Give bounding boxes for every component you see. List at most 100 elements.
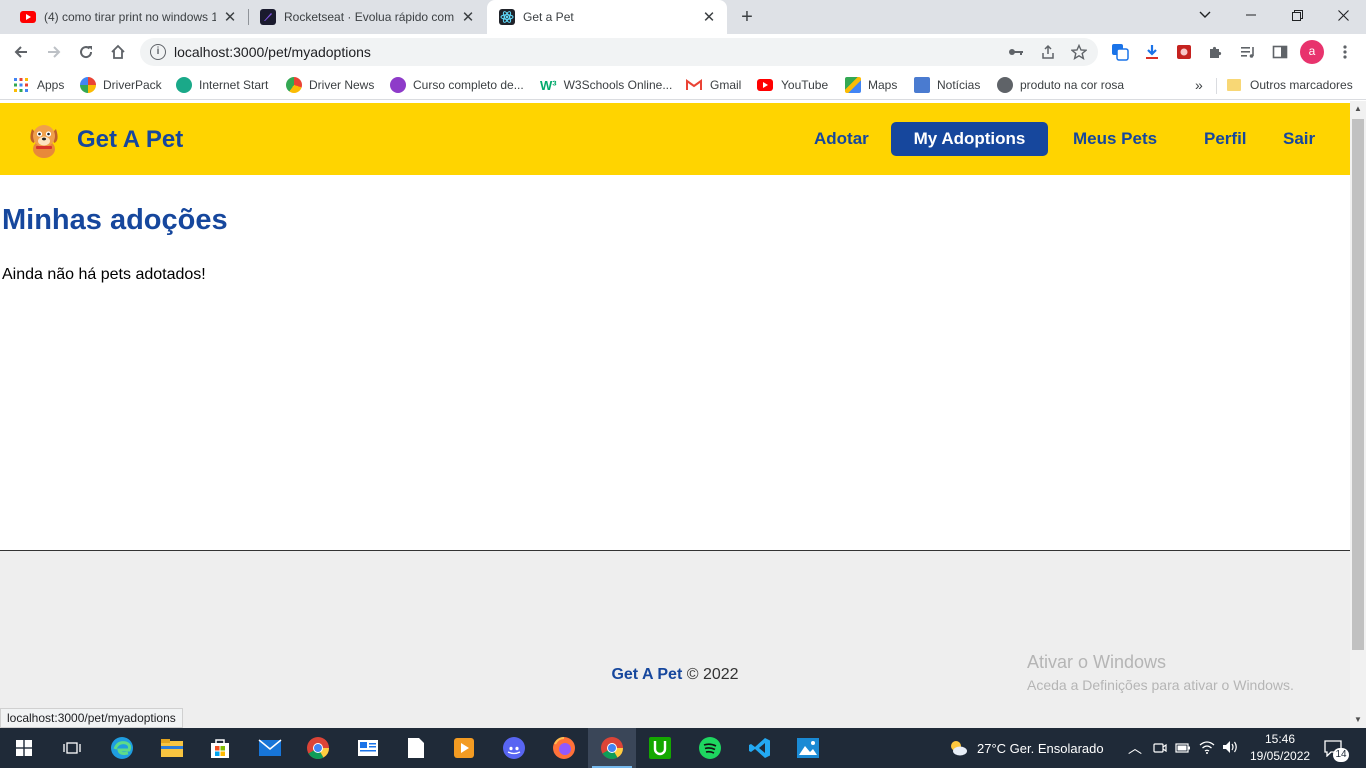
nav-link-adotar[interactable]: Adotar bbox=[814, 129, 869, 149]
globe-icon bbox=[997, 77, 1013, 93]
clock-time[interactable]: 15:46 bbox=[1265, 732, 1295, 746]
close-icon[interactable]: ✕ bbox=[701, 9, 717, 26]
extensions-puzzle-icon[interactable] bbox=[1204, 40, 1228, 64]
tray-expand-chevron-icon[interactable]: ︿ bbox=[1128, 738, 1142, 758]
windows-start-icon[interactable] bbox=[0, 728, 48, 768]
bookmark-produto[interactable]: produto na cor rosa bbox=[997, 75, 1124, 95]
more-bookmarks-chevron-icon[interactable]: » bbox=[1195, 75, 1203, 95]
tab-get-a-pet[interactable]: Get a Pet ✕ bbox=[487, 0, 727, 34]
bookmark-maps[interactable]: Maps bbox=[845, 75, 897, 95]
bookmarks-divider bbox=[1216, 78, 1217, 94]
footer-copyright: © 2022 bbox=[686, 666, 739, 683]
kebab-menu-icon[interactable] bbox=[1333, 40, 1357, 64]
volume-icon[interactable] bbox=[1222, 740, 1240, 759]
notepad-file-icon[interactable] bbox=[392, 728, 440, 768]
page-scrollbar[interactable]: ▲ ▼ bbox=[1350, 101, 1366, 728]
bookmark-driver-news[interactable]: Driver News bbox=[286, 75, 374, 95]
forward-arrow-icon[interactable] bbox=[42, 40, 66, 64]
bookmark-label: Maps bbox=[868, 78, 898, 92]
weather-text[interactable]: 27°C Ger. Ensolarado bbox=[977, 741, 1104, 756]
microsoft-store-icon[interactable] bbox=[196, 728, 244, 768]
back-arrow-icon[interactable] bbox=[9, 40, 33, 64]
brand-title[interactable]: Get A Pet bbox=[77, 126, 183, 154]
w3schools-icon: W³ bbox=[540, 77, 557, 93]
bookmark-label: YouTube bbox=[781, 78, 829, 92]
scroll-up-arrow-icon[interactable]: ▲ bbox=[1350, 101, 1366, 117]
bookmark-label: Outros marcadores bbox=[1250, 78, 1353, 92]
bookmark-gmail[interactable]: Gmail bbox=[686, 75, 741, 95]
address-bar[interactable]: i localhost:3000/pet/myadoptions bbox=[140, 38, 1098, 66]
tab-rocketseat[interactable]: Rocketseat · Evolua rápido como ✕ bbox=[248, 0, 486, 34]
download-icon[interactable] bbox=[1140, 40, 1164, 64]
tab-youtube[interactable]: (4) como tirar print no windows 1 ✕ bbox=[8, 0, 248, 34]
upwork-icon[interactable] bbox=[636, 728, 684, 768]
new-tab-button[interactable]: + bbox=[737, 7, 757, 27]
nav-link-meus-pets[interactable]: Meus Pets bbox=[1073, 129, 1157, 149]
spotify-icon[interactable] bbox=[686, 728, 734, 768]
side-panel-icon[interactable] bbox=[1268, 40, 1292, 64]
wifi-icon[interactable] bbox=[1199, 740, 1215, 759]
scrollbar-thumb[interactable] bbox=[1352, 119, 1364, 650]
meet-now-icon[interactable] bbox=[1153, 741, 1167, 760]
driver-news-icon bbox=[286, 77, 302, 93]
nav-link-perfil[interactable]: Perfil bbox=[1204, 129, 1247, 149]
folder-icon bbox=[1227, 79, 1241, 91]
screenshot-extension-icon[interactable] bbox=[1172, 40, 1196, 64]
windows-activation-title: Ativar o Windows bbox=[1027, 652, 1167, 672]
translate-extension-icon[interactable] bbox=[1108, 40, 1132, 64]
bookmark-star-icon[interactable] bbox=[1069, 42, 1089, 62]
bookmark-apps[interactable]: Apps bbox=[14, 75, 64, 95]
bookmark-label: Curso completo de... bbox=[413, 78, 524, 92]
restore-icon[interactable] bbox=[1274, 0, 1320, 30]
media-player-icon[interactable] bbox=[440, 728, 488, 768]
bookmark-curso[interactable]: Curso completo de... bbox=[390, 75, 524, 95]
chrome-active-icon[interactable] bbox=[588, 728, 636, 768]
chrome-icon[interactable] bbox=[294, 728, 342, 768]
bookmark-driverpack[interactable]: DriverPack bbox=[80, 75, 162, 95]
bookmark-noticias[interactable]: Notícias bbox=[914, 75, 980, 95]
news-app-icon[interactable] bbox=[344, 728, 392, 768]
firefox-icon[interactable] bbox=[540, 728, 588, 768]
reload-icon[interactable] bbox=[74, 40, 98, 64]
bookmarks-bar: Apps DriverPack Internet Start Driver Ne… bbox=[0, 70, 1366, 100]
close-window-icon[interactable] bbox=[1320, 0, 1366, 30]
home-icon[interactable] bbox=[106, 40, 130, 64]
bookmark-internet-start[interactable]: Internet Start bbox=[176, 75, 268, 95]
file-explorer-icon[interactable] bbox=[148, 728, 196, 768]
photos-icon[interactable] bbox=[784, 728, 832, 768]
dog-logo-icon[interactable] bbox=[24, 119, 64, 159]
close-icon[interactable]: ✕ bbox=[222, 9, 238, 26]
edge-icon[interactable] bbox=[98, 728, 146, 768]
windows-activation-subtitle: Aceda a Definições para ativar o Windows… bbox=[1027, 677, 1294, 693]
minimize-icon[interactable] bbox=[1228, 0, 1274, 30]
bookmark-other-folder[interactable]: Outros marcadores bbox=[1227, 75, 1353, 95]
close-icon[interactable]: ✕ bbox=[460, 9, 476, 26]
share-icon[interactable] bbox=[1038, 42, 1058, 62]
media-control-icon[interactable] bbox=[1236, 40, 1260, 64]
nav-link-my-adoptions[interactable]: My Adoptions bbox=[891, 122, 1048, 156]
bookmark-w3schools[interactable]: W³ W3Schools Online... bbox=[540, 75, 672, 95]
nav-link-sair[interactable]: Sair bbox=[1283, 129, 1315, 149]
driverpack-icon bbox=[80, 77, 96, 93]
scroll-down-arrow-icon[interactable]: ▼ bbox=[1350, 712, 1366, 728]
profile-avatar[interactable]: a bbox=[1300, 40, 1324, 64]
tab-search-chevron-icon[interactable] bbox=[1182, 0, 1228, 30]
page-title: Minhas adoções bbox=[2, 204, 228, 236]
vscode-icon[interactable] bbox=[736, 728, 784, 768]
site-info-icon[interactable]: i bbox=[150, 44, 166, 60]
mail-icon[interactable] bbox=[246, 728, 294, 768]
bookmark-label: Apps bbox=[37, 78, 65, 92]
bookmark-youtube[interactable]: YouTube bbox=[757, 75, 828, 95]
rocketseat-icon bbox=[260, 9, 276, 25]
battery-icon[interactable] bbox=[1175, 741, 1191, 759]
bookmark-label: W3Schools Online... bbox=[563, 78, 673, 92]
bookmark-label: DriverPack bbox=[103, 78, 162, 92]
task-view-icon[interactable] bbox=[48, 728, 96, 768]
key-icon[interactable] bbox=[1006, 42, 1026, 62]
tab-title: (4) como tirar print no windows 1 bbox=[44, 10, 216, 24]
weather-sun-cloud-icon[interactable] bbox=[948, 739, 968, 762]
discord-icon[interactable] bbox=[490, 728, 538, 768]
url-text: localhost:3000/pet/myadoptions bbox=[174, 44, 371, 60]
bookmark-label: Notícias bbox=[937, 78, 981, 92]
clock-date[interactable]: 19/05/2022 bbox=[1250, 749, 1310, 763]
